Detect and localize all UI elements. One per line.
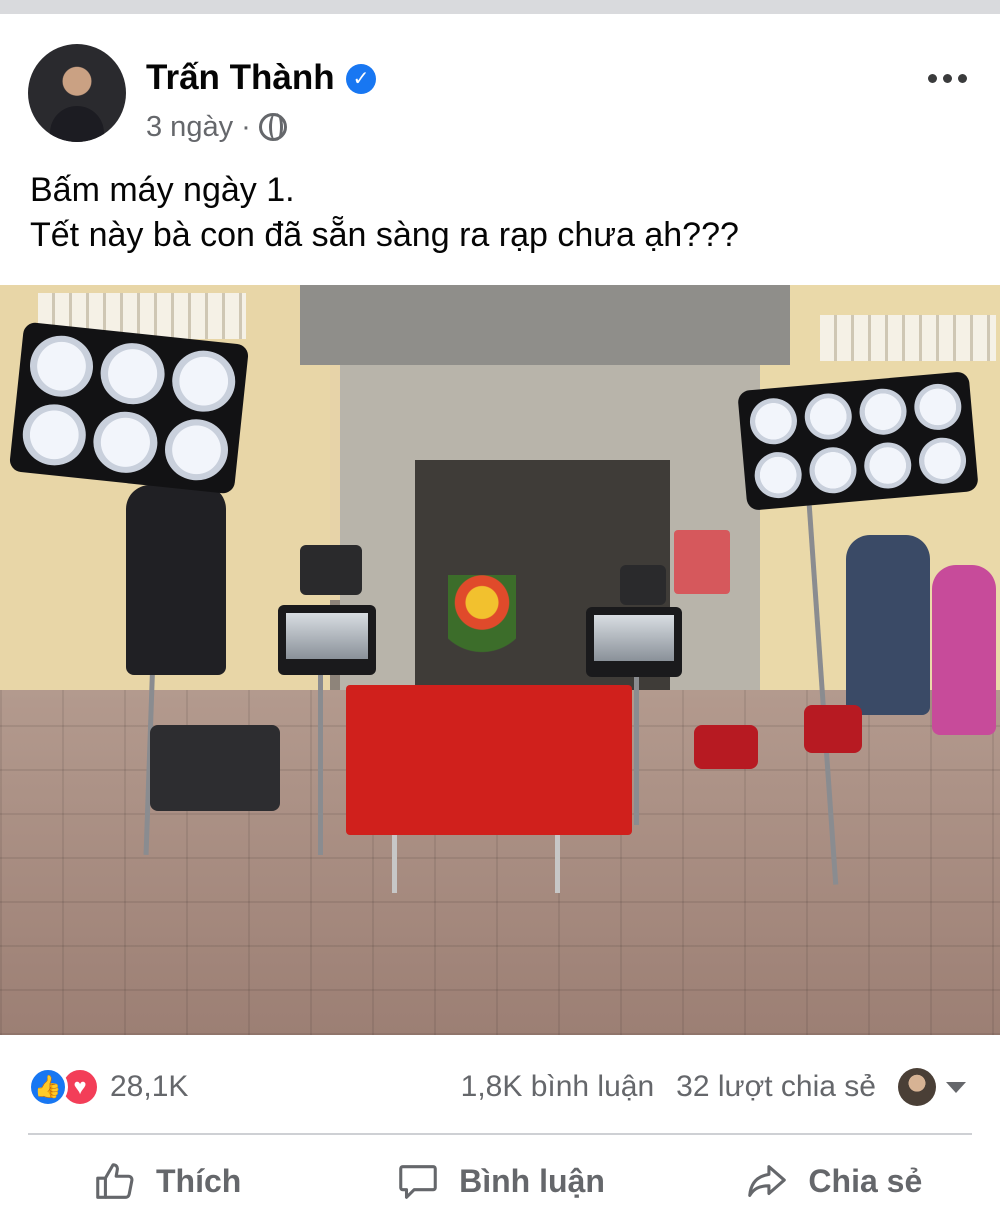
- engagement-stats: 1,8K bình luận 32 lượt chia sẻ: [461, 1067, 966, 1107]
- like-reaction-icon: 👍: [28, 1067, 68, 1107]
- divider: [28, 1133, 972, 1135]
- like-button[interactable]: Thích: [0, 1140, 333, 1223]
- verified-badge-icon: ✓: [346, 64, 376, 94]
- photo-monitor-right: [586, 607, 682, 677]
- author-avatar[interactable]: [28, 44, 126, 142]
- reactions-count: 28,1K: [110, 1070, 189, 1103]
- share-label: Chia sẻ: [808, 1163, 923, 1199]
- caret-down-icon[interactable]: [946, 1081, 966, 1093]
- photo-red-altar-table: [346, 685, 632, 835]
- status-bar-edge: [0, 0, 1000, 14]
- photo-person-crew: [126, 485, 226, 675]
- photo-monitor-stand-right: [634, 675, 639, 825]
- post-meta: 3 ngày ·: [146, 110, 287, 144]
- caption-line-2: Tết này bà con đã sẵn sàng ra rạp chưa ạ…: [30, 216, 739, 254]
- photo-fire-box: [674, 530, 730, 594]
- speech-bubble-icon: [399, 1164, 437, 1199]
- photo-camera-left: [300, 545, 362, 595]
- shares-count[interactable]: 32 lượt chia sẻ: [676, 1067, 876, 1107]
- share-button[interactable]: Chia sẻ: [667, 1140, 1000, 1223]
- globe-icon: [258, 113, 287, 141]
- caption-line-1: Bấm máy ngày 1.: [30, 171, 295, 209]
- photo-person-suit: [846, 535, 930, 715]
- photo-flowers: [448, 575, 516, 685]
- meta-separator: ·: [241, 111, 251, 143]
- photo-monitor-stand-left: [318, 675, 323, 855]
- photo-overhang: [300, 285, 790, 365]
- viewer-avatar[interactable]: [898, 1068, 936, 1106]
- photo-person-pink: [932, 565, 996, 735]
- comment-label: Bình luận: [459, 1163, 605, 1199]
- post-header: Trấn Thành ✓ 3 ngày ·: [0, 14, 1000, 154]
- photo-equipment-bag: [150, 725, 280, 811]
- reactions-summary[interactable]: 👍 ♥ 28,1K: [28, 1067, 188, 1107]
- post-time[interactable]: 3 ngày: [146, 110, 233, 144]
- photo-sandbag: [694, 725, 758, 769]
- photo-sandbag: [804, 705, 862, 753]
- thumbs-up-icon: [96, 1162, 134, 1199]
- photo-led-panel-right: [737, 371, 979, 511]
- share-arrow-icon: [748, 1164, 787, 1197]
- post-actions-bar: Thích Bình luận Chia sẻ: [0, 1140, 1000, 1223]
- comment-button[interactable]: Bình luận: [333, 1140, 666, 1223]
- post-stats: 👍 ♥ 28,1K 1,8K bình luận 32 lượt chia sẻ: [0, 1035, 1000, 1135]
- post-caption: Bấm máy ngày 1. Tết này bà con đã sẵn sà…: [30, 168, 739, 258]
- comments-count[interactable]: 1,8K bình luận: [461, 1067, 655, 1107]
- like-label: Thích: [156, 1163, 242, 1199]
- photo-led-panel-left: [8, 321, 250, 495]
- photo-camera-right: [620, 565, 666, 605]
- author-name[interactable]: Trấn Thành: [146, 58, 335, 98]
- more-options-icon[interactable]: [928, 68, 976, 88]
- post-photo[interactable]: [0, 285, 1000, 1035]
- photo-monitor-left: [278, 605, 376, 675]
- photo-vent-right: [820, 315, 996, 361]
